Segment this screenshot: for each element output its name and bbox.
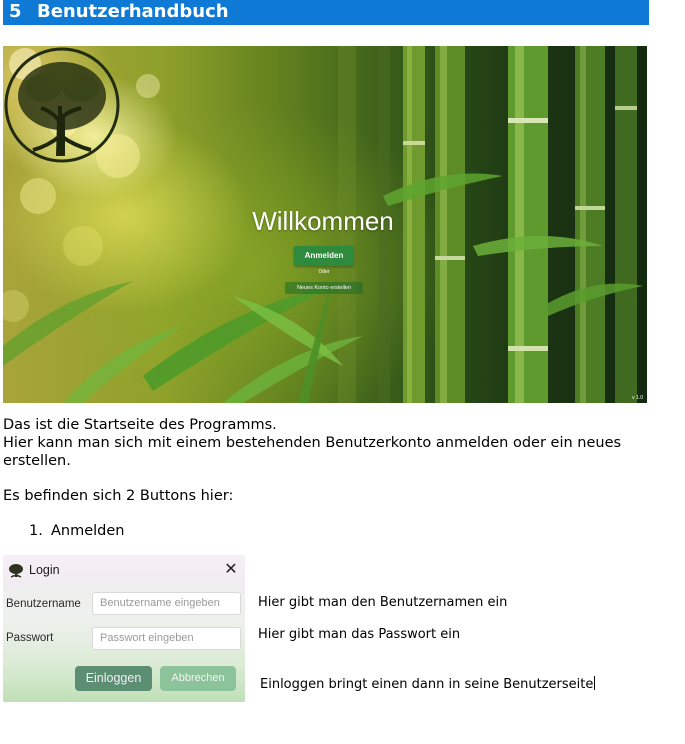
version-label: v 1.0 [632,395,643,401]
list-item-number: 1. [29,523,43,539]
username-label: Benutzername [6,598,81,610]
login-titlebar: Login ✕ [3,555,245,585]
login-note: Einloggen bringt einen dann in seine Ben… [260,676,596,693]
text-cursor [594,676,596,690]
tree-of-life-logo-icon [4,47,120,163]
password-note: Hier gibt man das Passwort ein [258,627,461,642]
password-label: Passwort [6,632,54,644]
login-title: Login [29,563,60,577]
create-account-link[interactable]: Neues Konto erstellen [285,282,363,294]
chapter-heading: 5 Benutzerhandbuch [3,0,649,25]
chapter-title: Benutzerhandbuch [37,1,229,22]
login-button[interactable]: Einloggen [75,666,152,691]
password-input[interactable]: Passwort eingeben [92,627,241,650]
welcome-screenshot: Willkommen Anmelden Oder Neues Konto ers… [3,46,647,403]
login-dialog-screenshot: Login ✕ Benutzername Benutzername eingeb… [3,555,245,702]
login-note-text: Einloggen bringt einen dann in seine Ben… [260,677,594,692]
close-icon[interactable]: ✕ [222,560,240,578]
list-item: 1. Anmelden [29,522,125,540]
intro-line-1: Das ist die Startseite des Programms. [3,417,277,433]
buttons-intro-text: Es befinden sich 2 Buttons hier: [3,488,234,504]
chapter-number: 5 [9,1,22,22]
welcome-title: Willkommen [252,206,394,236]
cancel-button[interactable]: Abbrechen [160,666,236,691]
intro-line-2: Hier kann man sich mit einem bestehenden… [3,435,622,451]
username-note: Hier gibt man den Benutzernamen ein [258,595,508,610]
welcome-login-button[interactable]: Anmelden [294,246,354,266]
list-item-text: Anmelden [51,523,125,539]
intro-line-3: erstellen. [3,453,71,469]
username-input[interactable]: Benutzername eingeben [92,592,241,615]
tree-logo-icon [9,564,23,578]
welcome-or-text: Oder [318,269,330,275]
